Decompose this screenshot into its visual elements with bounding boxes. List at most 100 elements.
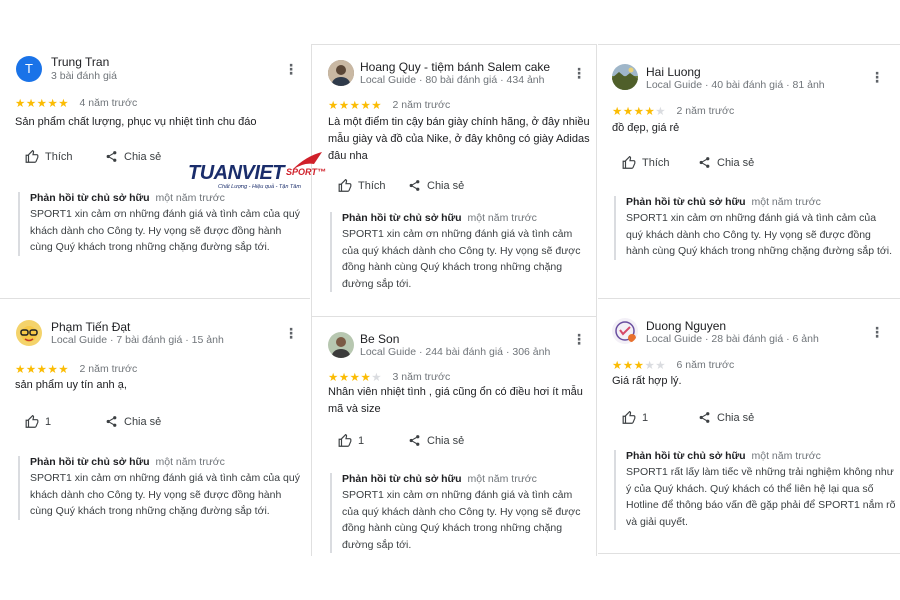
star-filled-icon: ★ <box>622 360 634 372</box>
thumbs-up-icon <box>25 415 39 428</box>
star-filled-icon: ★ <box>36 364 48 376</box>
star-rating: ★★★★★ <box>15 94 69 112</box>
owner-reply-text: SPORT1 xin cảm ơn những đánh giá và tình… <box>342 228 581 290</box>
cartoon-avatar-icon <box>16 320 42 346</box>
share-button[interactable]: Chia sẻ <box>105 415 161 428</box>
review-time: 2 năm trước <box>392 99 451 111</box>
owner-reply: Phản hồi từ chủ sở hữu một năm trước SPOR… <box>18 456 304 520</box>
reviewer-name[interactable]: Hoang Quy - tiệm bánh Salem cake <box>360 60 550 74</box>
rating: ★★★★★ 2 năm trước <box>328 96 451 112</box>
review-actions: Thích Chia sẻ <box>338 179 588 197</box>
like-count: 1 <box>358 435 365 447</box>
owner-reply-time: một năm trước <box>751 196 821 208</box>
more-options-icon[interactable]: ⋮ <box>572 332 586 346</box>
review-text: Giá rất hợp lý. <box>612 375 682 387</box>
review-card: Duong Nguyen Local Guide · 28 bài đánh g… <box>598 300 900 552</box>
brand-logo: TUANVIET SPORT™ Chất Lượng - Hiệu quả - … <box>188 150 338 196</box>
thumbs-up-icon <box>622 156 636 169</box>
like-button[interactable]: 1 <box>622 411 648 425</box>
share-label: Chia sẻ <box>717 411 755 424</box>
share-label: Chia sẻ <box>427 179 465 192</box>
reviewer-name[interactable]: Hai Luong <box>646 65 701 79</box>
avatar[interactable] <box>612 318 638 344</box>
star-rating: ★★★★★ <box>15 360 69 378</box>
share-icon <box>699 412 710 423</box>
reviewer-name[interactable]: Be Son <box>360 332 399 346</box>
like-button[interactable]: Thích <box>338 179 386 193</box>
user-photo-icon <box>328 332 354 358</box>
row-divider <box>0 298 310 299</box>
rating: ★★★★★ 6 năm trước <box>612 356 735 372</box>
more-options-icon[interactable]: ⋮ <box>572 66 586 80</box>
reviewer-meta: 3 bài đánh giá <box>51 70 117 82</box>
reviewer-name[interactable]: Phạm Tiến Đạt <box>51 320 130 334</box>
review-text: đồ đẹp, giá rẻ <box>612 122 680 134</box>
star-filled-icon: ★ <box>360 100 372 112</box>
review-card: Be Son Local Guide · 244 bài đánh giá · … <box>314 318 596 558</box>
more-options-icon[interactable]: ⋮ <box>284 326 298 340</box>
star-filled-icon: ★ <box>36 98 48 110</box>
more-options-icon[interactable]: ⋮ <box>870 70 884 84</box>
star-empty-icon: ★ <box>644 360 656 372</box>
review-actions: 1 Chia sẻ <box>338 434 588 452</box>
more-options-icon[interactable]: ⋮ <box>870 325 884 339</box>
landscape-photo-icon <box>612 64 638 90</box>
share-icon <box>409 180 420 191</box>
share-button[interactable]: Chia sẻ <box>105 150 161 163</box>
avatar[interactable] <box>328 60 354 86</box>
reviewer-meta: Local Guide · 28 bài đánh giá · 6 ảnh <box>646 333 819 345</box>
column-divider <box>311 44 312 556</box>
star-filled-icon: ★ <box>644 106 656 118</box>
review-time: 6 năm trước <box>676 359 735 371</box>
review-actions: 1 Chia sẻ <box>25 415 285 433</box>
avatar[interactable] <box>16 320 42 346</box>
star-filled-icon: ★ <box>25 364 37 376</box>
row-divider <box>312 44 596 45</box>
owner-reply-time: một năm trước <box>155 456 225 468</box>
like-button[interactable]: Thích <box>622 156 670 170</box>
like-button[interactable]: 1 <box>338 434 364 448</box>
owner-reply: Phản hồi từ chủ sở hữu một năm trước SPOR… <box>330 473 592 553</box>
owner-reply-title: Phản hồi từ chủ sở hữu <box>30 456 150 468</box>
star-filled-icon: ★ <box>612 360 623 372</box>
review-text: Là một điểm tin cậy bán giày chính hãng,… <box>328 116 590 162</box>
avatar[interactable] <box>328 332 354 358</box>
thumbs-up-icon <box>338 434 352 447</box>
owner-reply: Phản hồi từ chủ sở hữu một năm trước SPOR… <box>330 212 592 292</box>
avatar[interactable]: T <box>16 56 42 82</box>
rating: ★★★★★ 3 năm trước <box>328 368 451 384</box>
share-icon <box>699 157 710 168</box>
review-actions: Thích Chia sẻ <box>622 156 882 174</box>
share-button[interactable]: Chia sẻ <box>408 434 464 447</box>
review-time: 3 năm trước <box>392 371 451 383</box>
share-button[interactable]: Chia sẻ <box>698 411 754 424</box>
like-label: Thích <box>358 180 386 192</box>
more-options-icon[interactable]: ⋮ <box>284 62 298 76</box>
owner-reply-time: một năm trước <box>467 473 537 485</box>
share-label: Chia sẻ <box>124 150 162 163</box>
row-divider <box>598 298 900 299</box>
star-empty-icon: ★ <box>655 106 667 118</box>
share-button[interactable]: Chia sẻ <box>698 156 754 169</box>
star-filled-icon: ★ <box>349 100 361 112</box>
rating: ★★★★★ 2 năm trước <box>612 102 734 118</box>
share-icon <box>106 416 117 427</box>
owner-reply-title: Phản hồi từ chủ sở hữu <box>626 450 746 462</box>
share-icon <box>106 151 117 162</box>
like-button[interactable]: 1 <box>25 415 51 429</box>
review-time: 2 năm trước <box>79 363 138 375</box>
owner-reply: Phản hồi từ chủ sở hữu một năm trước SPOR… <box>614 196 894 260</box>
reviewer-name[interactable]: Trung Tran <box>51 55 109 69</box>
star-filled-icon: ★ <box>349 372 361 384</box>
owner-reply-title: Phản hồi từ chủ sở hữu <box>626 196 746 208</box>
avatar[interactable] <box>612 64 638 90</box>
review-time: 4 năm trước <box>79 97 138 109</box>
reviewer-name[interactable]: Duong Nguyen <box>646 319 726 333</box>
thumbs-up-icon <box>338 179 352 192</box>
star-filled-icon: ★ <box>15 98 26 110</box>
owner-reply-title: Phản hồi từ chủ sở hữu <box>30 192 150 204</box>
share-button[interactable]: Chia sẻ <box>408 179 464 192</box>
like-button[interactable]: Thích <box>25 150 73 164</box>
thumbs-up-icon <box>25 150 39 163</box>
star-empty-icon: ★ <box>655 360 667 372</box>
